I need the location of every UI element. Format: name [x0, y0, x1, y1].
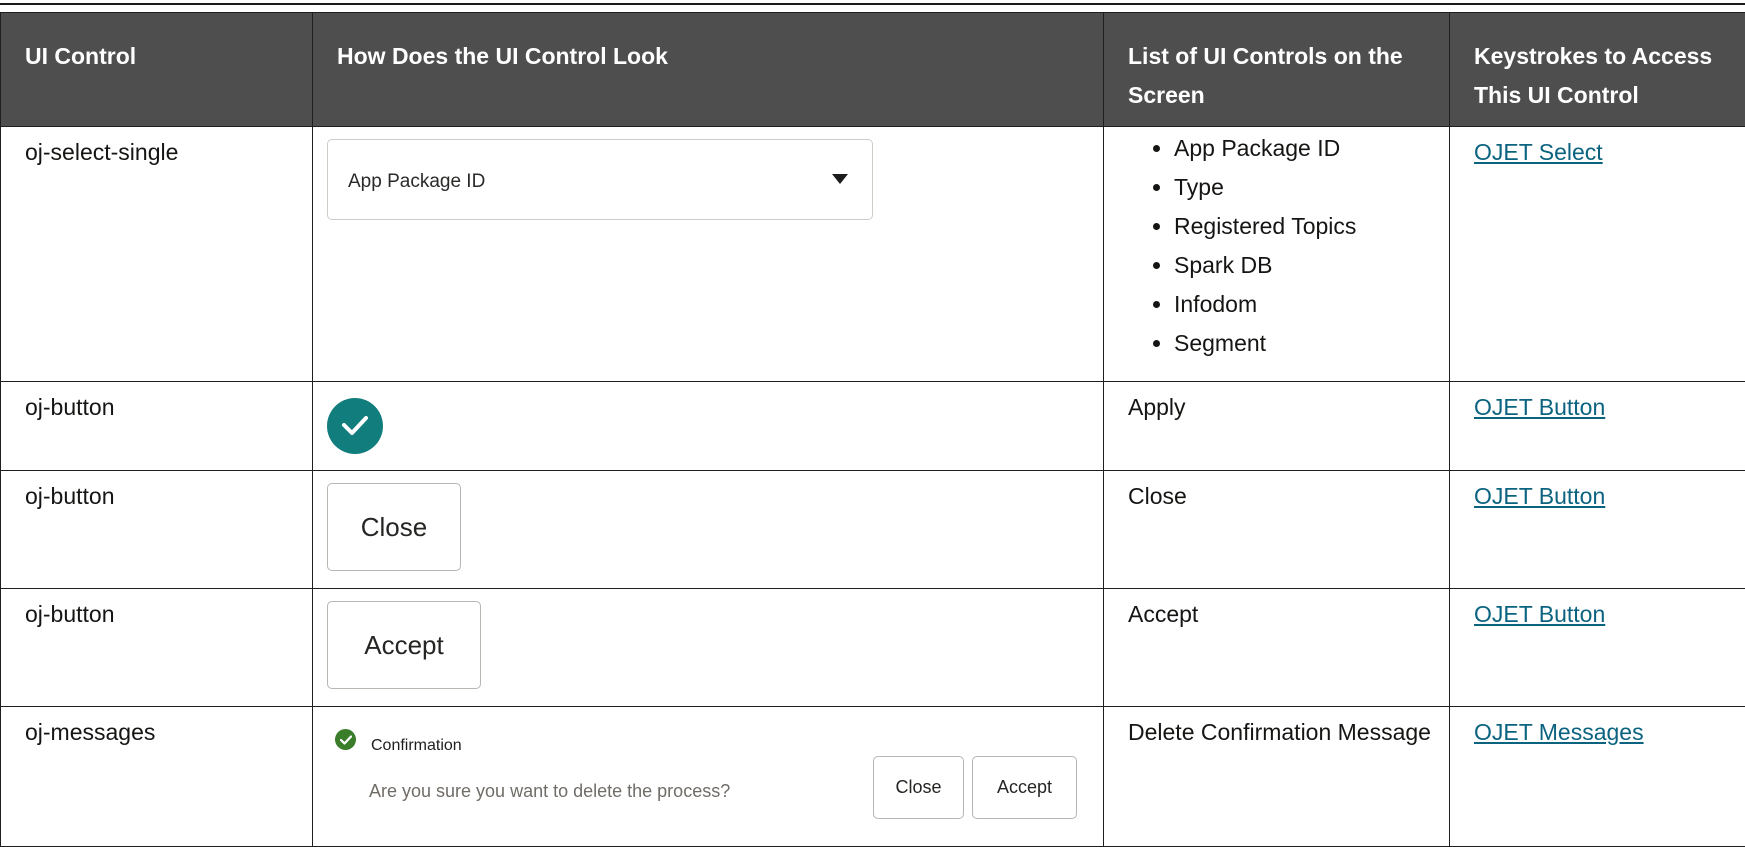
caret-down-icon: [832, 174, 848, 184]
accept-button[interactable]: Accept: [327, 601, 481, 689]
select-value: App Package ID: [348, 166, 485, 197]
controls-text: Apply: [1104, 382, 1450, 471]
message-title: Confirmation: [371, 730, 462, 761]
control-look-cell: Close: [313, 471, 1104, 589]
control-look-cell: Accept: [313, 589, 1104, 707]
control-look-cell: App Package ID: [313, 127, 1104, 382]
control-name: oj-button: [1, 382, 313, 471]
list-item: Spark DB: [1174, 246, 1437, 285]
header-list-controls: List of UI Controls on the Screen: [1104, 13, 1450, 127]
control-name: oj-button: [1, 471, 313, 589]
control-name: oj-messages: [1, 707, 313, 847]
controls-text: Close: [1104, 471, 1450, 589]
keystroke-cell: OJET Button: [1450, 471, 1745, 589]
success-check-icon: [335, 729, 356, 750]
keystroke-cell: OJET Button: [1450, 382, 1745, 471]
close-button[interactable]: Close: [327, 483, 461, 571]
message-body: Are you sure you want to delete the proc…: [369, 776, 730, 807]
controls-text: Accept: [1104, 589, 1450, 707]
keystroke-cell: OJET Select: [1450, 127, 1745, 382]
list-item: Type: [1174, 168, 1437, 207]
table-header-row: UI Control How Does the UI Control Look …: [1, 13, 1745, 127]
control-name: oj-select-single: [1, 127, 313, 382]
keystroke-cell: OJET Button: [1450, 589, 1745, 707]
ojet-button-link[interactable]: OJET Button: [1474, 394, 1605, 420]
ojet-select-link[interactable]: OJET Select: [1474, 139, 1603, 165]
control-look-cell: Confirmation Are you sure you want to de…: [313, 707, 1104, 847]
controls-list-cell: App Package ID Type Registered Topics Sp…: [1104, 127, 1450, 382]
controls-text: Delete Confirmation Message: [1104, 707, 1450, 847]
table-row: oj-messages Confirmation Are you sure yo…: [1, 707, 1745, 847]
header-ui-control: UI Control: [1, 13, 313, 127]
select-single-mock[interactable]: App Package ID: [327, 139, 873, 220]
list-item: Segment: [1174, 324, 1437, 363]
keystroke-cell: OJET Messages: [1450, 707, 1745, 847]
list-item: App Package ID: [1174, 129, 1437, 168]
table-row: oj-button Accept Accept OJET Button: [1, 589, 1745, 707]
controls-list: App Package ID Type Registered Topics Sp…: [1128, 129, 1437, 363]
ui-controls-table: UI Control How Does the UI Control Look …: [0, 12, 1745, 847]
control-name: oj-button: [1, 589, 313, 707]
header-how-look: How Does the UI Control Look: [313, 13, 1104, 127]
ojet-button-link[interactable]: OJET Button: [1474, 601, 1605, 627]
ojet-messages-link[interactable]: OJET Messages: [1474, 719, 1644, 745]
message-accept-button[interactable]: Accept: [972, 756, 1077, 819]
table-row: oj-button Apply OJET Button: [1, 382, 1745, 471]
top-rule: [0, 3, 1745, 5]
header-keystrokes: Keystrokes to Access This UI Control: [1450, 13, 1745, 127]
ojet-button-link[interactable]: OJET Button: [1474, 483, 1605, 509]
message-close-button[interactable]: Close: [873, 756, 964, 819]
check-circle-icon[interactable]: [327, 398, 383, 454]
control-look-cell: [313, 382, 1104, 471]
table-row: oj-select-single App Package ID App Pack…: [1, 127, 1745, 382]
list-item: Registered Topics: [1174, 207, 1437, 246]
table-row: oj-button Close Close OJET Button: [1, 471, 1745, 589]
list-item: Infodom: [1174, 285, 1437, 324]
